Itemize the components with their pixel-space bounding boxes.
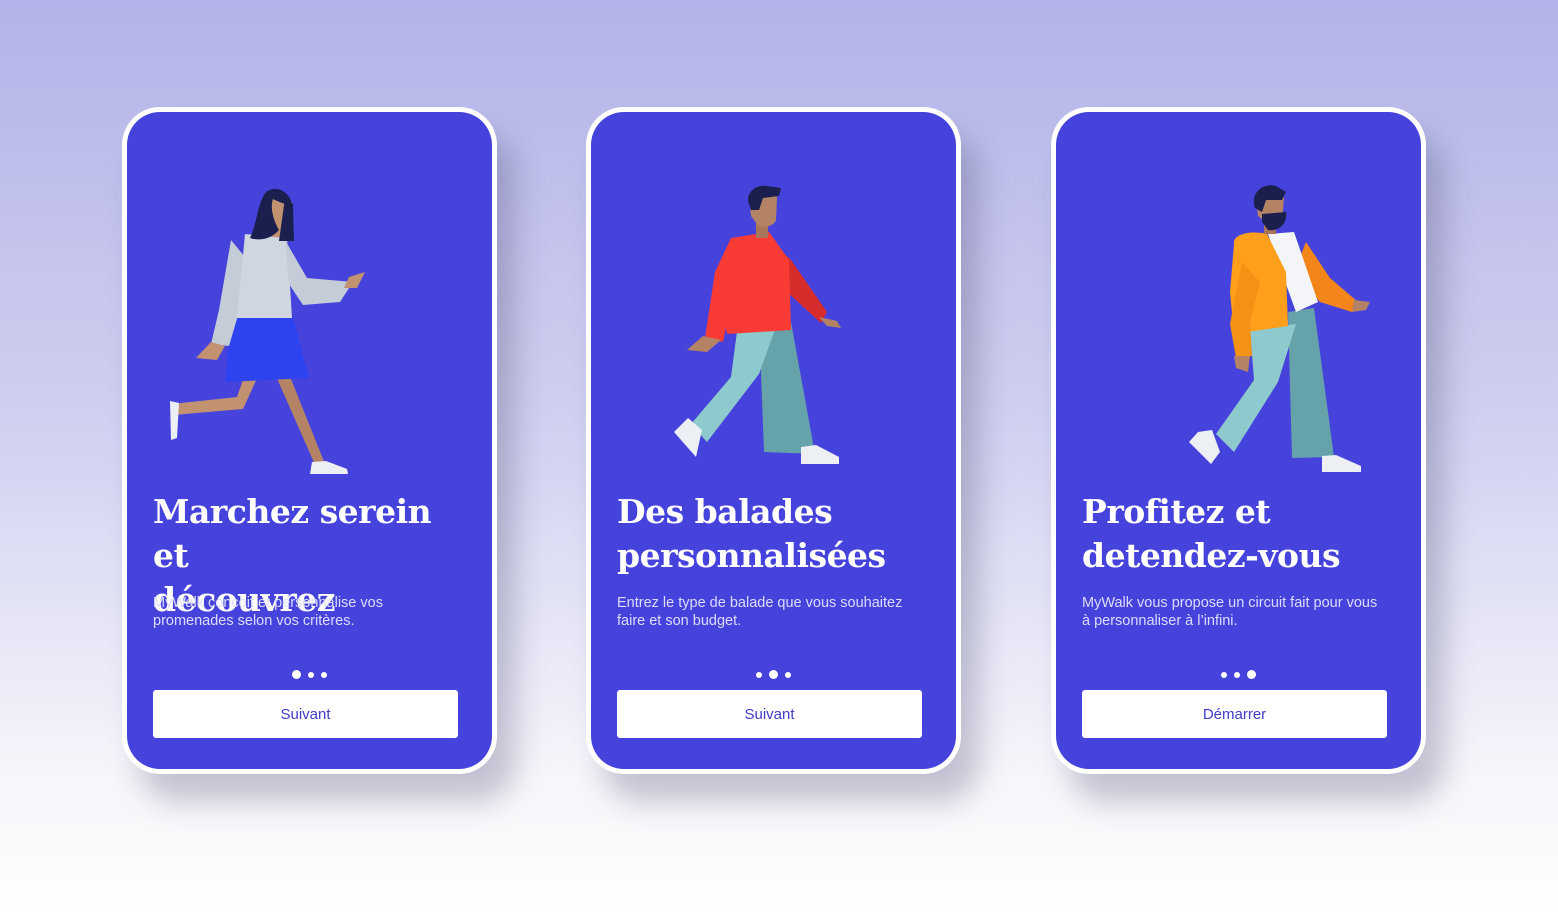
pagination-dot-active[interactable]: [769, 670, 778, 679]
pagination-dot-active[interactable]: [1247, 670, 1256, 679]
onboarding-screen-1: Marchez serein et découvrez MyWalk concoi…: [127, 112, 492, 769]
onboarding-description: MyWalk vous propose un circuit fait pour…: [1082, 595, 1378, 629]
onboarding-phone-3: Profitez et detendez-vous MyWalk vous pro…: [1051, 107, 1426, 774]
next-button[interactable]: Suivant: [153, 690, 458, 738]
pagination-dot[interactable]: [756, 671, 762, 678]
onboarding-phone-1: Marchez serein et découvrez MyWalk concoi…: [122, 107, 497, 774]
walking-woman-illustration: [170, 188, 365, 474]
start-button[interactable]: Démarrer: [1082, 690, 1387, 738]
pagination-dots: [127, 670, 492, 679]
pagination-dot[interactable]: [785, 671, 791, 678]
onboarding-title: Des balades personnalisées: [617, 492, 886, 575]
pagination-dot[interactable]: [1221, 671, 1227, 678]
pagination-dots: [591, 670, 956, 679]
pagination-dot[interactable]: [321, 671, 327, 678]
pagination-dot[interactable]: [1234, 671, 1240, 678]
next-button[interactable]: Suivant: [617, 690, 922, 738]
pagination-dots: [1056, 670, 1421, 679]
onboarding-screen-3: Profitez et detendez-vous MyWalk vous pro…: [1056, 112, 1421, 769]
onboarding-screen-2: Des balades personnalisées Entrez le type…: [591, 112, 956, 769]
onboarding-phone-2: Des balades personnalisées Entrez le type…: [586, 107, 961, 774]
walking-bearded-man-illustration: [1189, 185, 1370, 472]
walking-man-red-sweater-illustration: [674, 185, 841, 464]
onboarding-title: Profitez et detendez-vous: [1082, 492, 1341, 575]
pagination-dot-active[interactable]: [292, 670, 301, 679]
onboarding-description: Entrez le type de balade que vous souhai…: [617, 595, 903, 629]
onboarding-description: MyWalk concoit et personnalise vos promen…: [153, 595, 383, 629]
pagination-dot[interactable]: [308, 671, 314, 678]
